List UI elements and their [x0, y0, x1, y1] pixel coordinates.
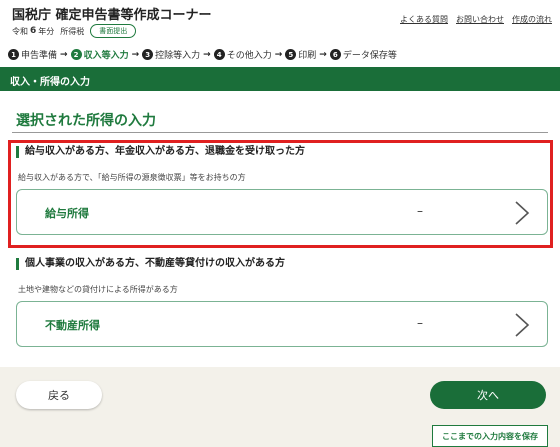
- step-5: 5 印刷: [285, 48, 316, 61]
- group-heading-business: 個人事業の収入がある方、不動産等貸付けの収入がある方: [16, 258, 285, 270]
- progress-steps: 1 申告準備 → 2 収入等入力 → 3 控除等入力 → 4 その他入力 → 5 印刷 →…: [8, 48, 397, 61]
- footer-bar: 戻る 次へ ここまでの入力内容を保存: [0, 367, 560, 447]
- step-4: 4 その他入力: [213, 48, 272, 61]
- back-button[interactable]: 戻る: [16, 381, 102, 409]
- group-description-business: 土地や建物などの貸付けによる所得がある方: [18, 285, 178, 294]
- arrow-icon: →: [319, 49, 327, 60]
- card-value: –: [417, 204, 423, 218]
- era-label: 令和: [12, 26, 28, 36]
- contact-link[interactable]: お問い合わせ: [456, 14, 504, 25]
- year-number: 6: [30, 26, 37, 36]
- real-estate-income-card[interactable]: 不動産所得 –: [16, 301, 548, 347]
- section-title: 選択された所得の入力: [16, 113, 156, 129]
- group-description-salary: 給与収入がある方で、「給与所得の源泉徴収票」等をお持ちの方: [18, 173, 246, 182]
- card-label: 不動産所得: [45, 319, 100, 332]
- flow-link[interactable]: 作成の流れ: [512, 14, 552, 25]
- next-button[interactable]: 次へ: [430, 381, 546, 409]
- card-value: –: [417, 316, 423, 330]
- site-title: 国税庁 確定申告書等作成コーナー: [12, 8, 212, 23]
- arrow-icon: →: [274, 49, 283, 60]
- divider: [12, 132, 548, 133]
- step-2: 2 収入等入力: [70, 48, 129, 61]
- arrow-icon: →: [60, 49, 68, 60]
- arrow-icon: →: [131, 49, 140, 60]
- site-header: 国税庁 確定申告書等作成コーナー 令和 6 年分 所得税 書面提出 よくある質問…: [0, 0, 560, 42]
- page-section-bar: 収入・所得の入力: [0, 67, 560, 91]
- step-3: 3 控除等入力: [142, 48, 200, 61]
- chevron-right-icon: [515, 313, 530, 337]
- group-heading-salary: 給与収入がある方、年金収入がある方、退職金を受け取った方: [16, 146, 305, 158]
- step-1: 1 申告準備: [8, 48, 57, 61]
- chevron-right-icon: [515, 201, 530, 225]
- submission-badge: 書面提出: [90, 24, 137, 38]
- tax-type: 所得税: [60, 26, 85, 36]
- year-suffix: 年分: [38, 26, 55, 36]
- header-links: よくある質問 お問い合わせ 作成の流れ: [400, 14, 552, 25]
- step-6: 6 データ保存等: [329, 48, 397, 61]
- save-progress-button[interactable]: ここまでの入力内容を保存: [432, 425, 548, 447]
- tax-year-info: 令和 6 年分 所得税 書面提出: [12, 24, 137, 38]
- card-label: 給与所得: [45, 207, 89, 220]
- arrow-icon: →: [203, 49, 211, 60]
- salary-income-card[interactable]: 給与所得 –: [16, 189, 548, 235]
- faq-link[interactable]: よくある質問: [400, 14, 448, 25]
